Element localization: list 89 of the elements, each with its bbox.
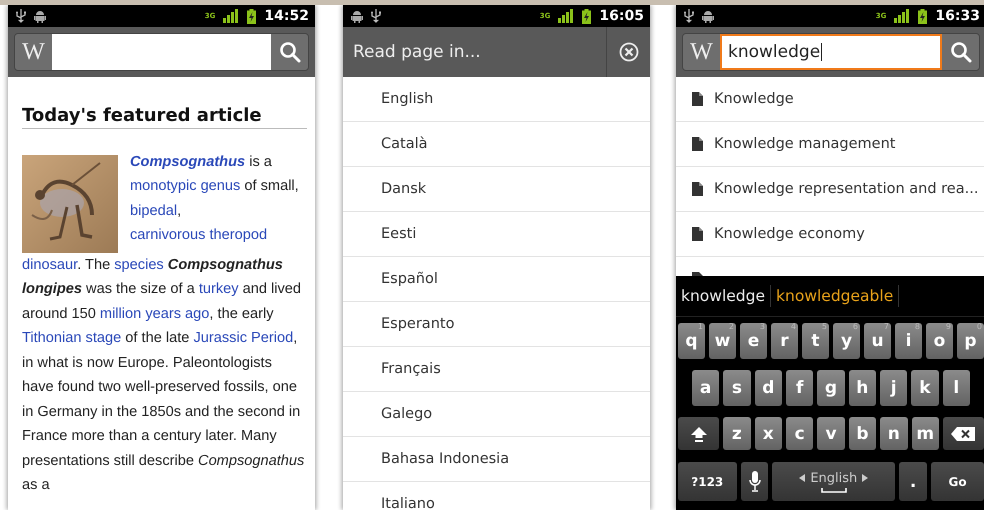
language-option[interactable]: Español (343, 257, 650, 302)
clock-time: 14:52 (264, 8, 309, 24)
article-link[interactable]: turkey (198, 281, 239, 298)
letter-key[interactable]: f (786, 370, 814, 406)
search-suggestion[interactable]: Knowledge representation and rea... (714, 181, 978, 197)
signal-icon (894, 9, 910, 23)
article-link[interactable]: Compsognathus (130, 154, 246, 170)
battery-charging-icon (247, 8, 256, 24)
language-option[interactable]: English (343, 77, 650, 122)
letter-key[interactable]: k (911, 370, 939, 406)
period-key[interactable]: . (899, 462, 928, 501)
letter-key[interactable]: c (786, 417, 814, 450)
letter-key[interactable]: i 8 (895, 323, 922, 359)
article-link[interactable]: monotypic genus (130, 178, 240, 194)
document-icon (692, 227, 703, 241)
symbols-key[interactable]: ?123 (678, 462, 737, 501)
word-suggestion[interactable]: knowledgeable (776, 287, 894, 305)
shift-arrow-icon (690, 424, 708, 442)
document-icon (692, 182, 703, 196)
document-icon (692, 137, 703, 151)
usb-icon (371, 9, 381, 23)
signal-icon (558, 9, 574, 23)
letter-key[interactable]: w 2 (709, 323, 736, 359)
search-suggestion[interactable]: Knowledge economy (714, 226, 865, 242)
letter-key[interactable]: v (817, 417, 845, 450)
battery-charging-icon (918, 8, 928, 24)
android-icon (702, 10, 714, 22)
usb-icon (16, 9, 26, 23)
article-link[interactable]: million years ago (100, 306, 210, 322)
backspace-icon (951, 426, 976, 440)
backspace-key[interactable] (942, 417, 984, 450)
language-option[interactable]: Italiano (343, 482, 650, 510)
letter-key[interactable]: p 0 (957, 323, 984, 359)
language-option[interactable]: Dansk (343, 167, 650, 212)
letter-key[interactable]: q 1 (678, 323, 705, 359)
letter-key[interactable]: a (692, 370, 720, 406)
letter-key[interactable]: g (817, 370, 845, 406)
letter-key[interactable]: d (754, 370, 782, 406)
space-key[interactable]: English (772, 462, 896, 501)
article-link[interactable]: Tithonian stage (22, 330, 122, 346)
document-icon (692, 92, 703, 106)
go-key[interactable]: Go (931, 462, 984, 501)
language-option[interactable]: Galego (343, 392, 650, 437)
letter-key[interactable]: l (942, 370, 970, 406)
shift-key[interactable] (678, 417, 720, 450)
clock-time: 16:05 (599, 8, 644, 24)
letter-key[interactable]: s (723, 370, 751, 406)
letter-key[interactable]: h (848, 370, 876, 406)
right-arrow-icon (862, 474, 868, 482)
android-icon (351, 10, 363, 22)
letter-key[interactable]: e 3 (740, 323, 767, 359)
article-paragraph: dinosaur. The species Compsognathus longipes was the size of a turkey and lived around 150 million years ago, the early Tithonian stage of the late Jurassic Period, in what is now Europe. Paleontologists have found two well-preserved fossils, one in Germany in the 1850s and the second in France more than a century later. Many presentations still describe Compsognathus as a (22, 256, 306, 496)
left-arrow-icon (799, 474, 806, 482)
voice-input-key[interactable] (740, 462, 768, 501)
article-link[interactable]: Jurassic Period (193, 330, 294, 346)
android-icon (34, 10, 46, 22)
language-option[interactable]: Esperanto (343, 302, 650, 347)
section-heading: Today's featured article (22, 106, 307, 129)
language-option[interactable]: Català (343, 122, 650, 167)
letter-key[interactable]: o 9 (926, 323, 953, 359)
wikipedia-logo: W (689, 38, 714, 66)
language-option[interactable]: Français (343, 347, 650, 392)
word-suggestion[interactable]: knowledge (681, 287, 766, 305)
battery-charging-icon (582, 8, 592, 24)
language-option[interactable]: Eesti (343, 212, 650, 257)
search-suggestion[interactable]: Knowledge management (714, 136, 896, 152)
search-suggestion[interactable]: Knowledge (714, 91, 794, 107)
letter-key[interactable]: x (754, 417, 782, 450)
space-bar-icon (820, 488, 847, 492)
article-link[interactable]: dinosaur (22, 256, 78, 273)
letter-key[interactable]: z (723, 417, 750, 450)
letter-key[interactable]: m (912, 417, 939, 450)
letter-key[interactable]: n (880, 417, 908, 450)
language-label: English (810, 470, 858, 486)
close-icon (618, 42, 638, 62)
microphone-icon (748, 470, 760, 492)
language-option[interactable]: Bahasa Indonesia (343, 437, 650, 482)
search-icon (950, 41, 972, 63)
article-link[interactable]: carnivorous theropod (130, 227, 268, 244)
usb-icon (684, 9, 694, 23)
clock-time: 16:33 (935, 8, 980, 24)
letter-key[interactable]: b (848, 417, 876, 450)
dialog-title: Read page in... (352, 42, 482, 62)
article-link[interactable]: species (114, 256, 164, 273)
letter-key[interactable]: t 5 (802, 323, 829, 359)
letter-key[interactable]: j (880, 370, 908, 406)
search-field[interactable]: knowledge (720, 34, 942, 70)
article-link[interactable]: bipedal (130, 202, 178, 219)
signal-icon (223, 9, 240, 23)
